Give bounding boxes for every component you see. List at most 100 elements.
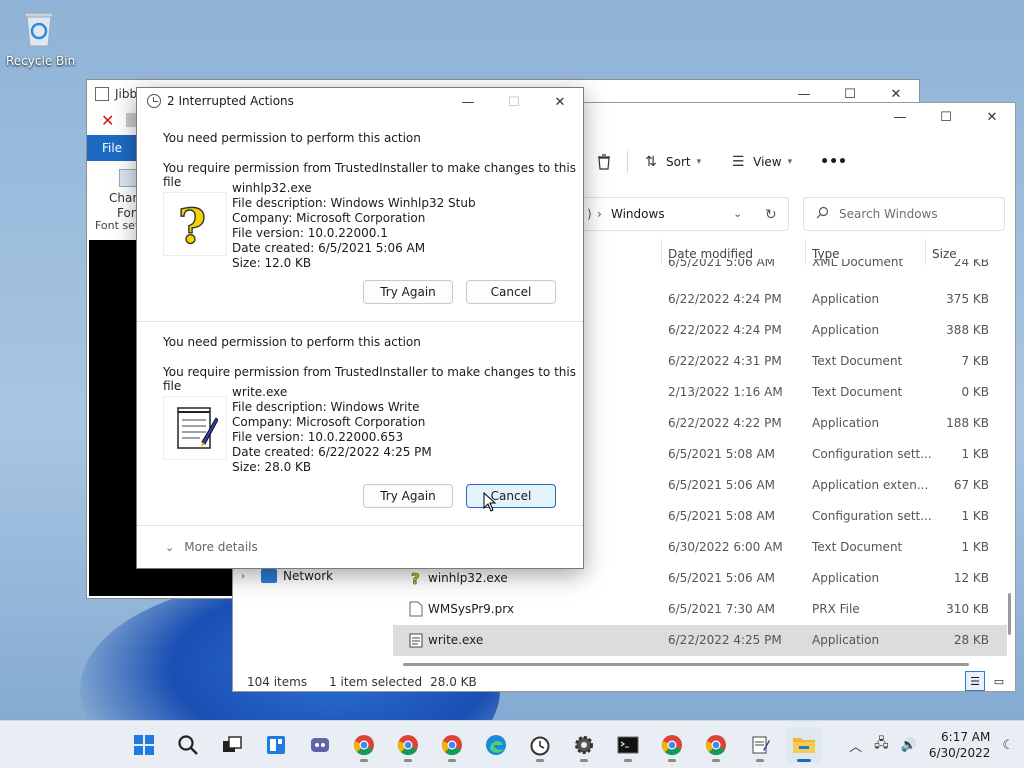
- file-details: winhlp32.exe File description: Windows W…: [232, 181, 476, 271]
- delete-button[interactable]: [581, 147, 627, 177]
- search-box[interactable]: Search Windows: [803, 197, 1005, 231]
- notepad-icon[interactable]: [742, 727, 778, 763]
- recycle-bin-icon: [21, 8, 57, 48]
- change-font-icon[interactable]: [119, 169, 137, 187]
- search-icon[interactable]: [170, 727, 206, 763]
- file-description: File description: Windows Write: [232, 400, 420, 414]
- file-explorer-icon[interactable]: [786, 727, 822, 763]
- item-count: 104 items: [247, 675, 308, 689]
- interrupted-actions-dialog[interactable]: 2 Interrupted Actions — ☐ ✕ You need per…: [136, 87, 584, 569]
- horizontal-scrollbar[interactable]: [403, 663, 969, 666]
- clock-date: 6/30/2022: [928, 746, 991, 760]
- close-button[interactable]: ✕: [537, 88, 583, 116]
- more-options-icon: •••: [820, 154, 848, 170]
- view-label: View: [753, 155, 782, 169]
- address-bar[interactable]: ) › Windows ⌄ ↻: [573, 197, 789, 231]
- chevron-down-icon: ▾: [696, 157, 702, 167]
- details-view-icon[interactable]: ☰: [965, 671, 985, 691]
- recycle-bin-label: Recycle Bin: [6, 54, 76, 68]
- edge-icon[interactable]: [478, 727, 514, 763]
- close-doc-icon[interactable]: ✕: [101, 111, 114, 130]
- maximize-button: ☐: [508, 94, 520, 110]
- more-details-toggle[interactable]: ⌄ More details: [165, 540, 258, 554]
- chevron-right-icon[interactable]: ›: [241, 571, 255, 582]
- terminal-icon[interactable]: [610, 727, 646, 763]
- try-again-button[interactable]: Try Again: [363, 280, 453, 304]
- task-view-icon[interactable]: [214, 727, 250, 763]
- chrome-icon[interactable]: [698, 727, 734, 763]
- widgets-icon[interactable]: [258, 727, 294, 763]
- file-date-created: Date created: 6/22/2022 4:25 PM: [232, 445, 432, 459]
- file-name: write.exe: [232, 385, 288, 399]
- taskbar-apps: [126, 727, 822, 763]
- dialog-title: 2 Interrupted Actions: [167, 94, 294, 108]
- vertical-scrollbar[interactable]: [1008, 593, 1011, 635]
- breadcrumb-separator: ): [587, 207, 592, 221]
- minimize-button[interactable]: —: [877, 103, 923, 131]
- file-date-created: Date created: 6/5/2021 5:06 AM: [232, 241, 426, 255]
- clock-time: 6:17 AM: [941, 730, 991, 744]
- section-divider: [137, 321, 583, 322]
- view-button[interactable]: ☰ View ▾: [715, 147, 806, 177]
- chevron-down-icon[interactable]: ⌄: [733, 207, 742, 220]
- help-file-icon: ?: [163, 192, 227, 256]
- chrome-icon[interactable]: [654, 727, 690, 763]
- sort-label: Sort: [666, 155, 691, 169]
- more-details-label: More details: [184, 540, 258, 554]
- file-name: winhlp32.exe: [232, 181, 312, 195]
- cancel-button[interactable]: Cancel: [466, 280, 556, 304]
- document-icon: [95, 87, 109, 101]
- clock-app-icon[interactable]: [522, 727, 558, 763]
- section-heading: You need permission to perform this acti…: [163, 131, 421, 145]
- close-button[interactable]: ✕: [969, 103, 1015, 131]
- file-version: File version: 10.0.22000.1: [232, 226, 388, 240]
- file-size: Size: 12.0 KB: [232, 256, 312, 270]
- minimize-button[interactable]: —: [445, 88, 491, 116]
- file-version: File version: 10.0.22000.653: [232, 430, 404, 444]
- notepad-icon: [409, 632, 423, 648]
- view-switcher: ☰ ▭: [965, 671, 1009, 691]
- tiles-view-icon[interactable]: ▭: [989, 671, 1009, 691]
- trash-icon: [595, 153, 613, 171]
- breadcrumb-windows[interactable]: Windows: [611, 207, 665, 221]
- file-description: File description: Windows Winhlp32 Stub: [232, 196, 476, 210]
- selection-size: 28.0 KB: [430, 675, 477, 689]
- cancel-button[interactable]: Cancel: [466, 484, 556, 508]
- network-icon: [261, 569, 277, 583]
- taskbar: ︿ 🖧 🔊 6:17 AM 6/30/2022 ☾: [0, 720, 1024, 768]
- search-icon: [816, 206, 829, 222]
- chrome-icon[interactable]: [346, 727, 382, 763]
- table-row-selected[interactable]: write.exe 6/22/2022 4:25 PM Application …: [393, 625, 1007, 656]
- chat-icon[interactable]: [302, 727, 338, 763]
- maximize-button[interactable]: ☐: [923, 103, 969, 131]
- dialog-titlebar[interactable]: 2 Interrupted Actions: [147, 94, 294, 108]
- status-bar: 104 items 1 item selected 28.0 KB: [247, 675, 477, 689]
- section-divider: [137, 525, 583, 526]
- sidebar-item-network[interactable]: › Network: [241, 569, 333, 583]
- more-options-button[interactable]: •••: [806, 147, 861, 177]
- try-again-button[interactable]: Try Again: [363, 484, 453, 508]
- network-status-icon[interactable]: 🖧: [874, 734, 889, 756]
- file-company: Company: Microsoft Corporation: [232, 211, 426, 225]
- chevron-down-icon: ⌄: [165, 540, 175, 554]
- recycle-bin-shortcut[interactable]: Recycle Bin: [6, 8, 76, 68]
- sort-button[interactable]: ⇅ Sort ▾: [628, 147, 715, 177]
- focus-moon-icon[interactable]: ☾: [1002, 738, 1014, 753]
- section-heading: You need permission to perform this acti…: [163, 335, 421, 349]
- taskbar-clock[interactable]: 6:17 AM 6/30/2022: [929, 729, 991, 761]
- refresh-icon[interactable]: ↻: [765, 207, 777, 223]
- chrome-icon[interactable]: [434, 727, 470, 763]
- windows-start-icon[interactable]: [126, 727, 162, 763]
- volume-icon[interactable]: 🔊: [901, 738, 917, 753]
- clock-icon: [147, 94, 161, 108]
- file-name: winhlp32.exe: [428, 571, 508, 585]
- search-placeholder: Search Windows: [839, 207, 938, 221]
- chevron-up-icon[interactable]: ︿: [849, 736, 862, 755]
- sidebar-item-label: Network: [283, 569, 334, 583]
- file-tab[interactable]: File: [87, 135, 137, 161]
- chevron-right-icon: ›: [597, 207, 602, 221]
- settings-icon[interactable]: [566, 727, 602, 763]
- table-row[interactable]: WMSysPr9.prx 6/5/2021 7:30 AM PRX File 3…: [393, 594, 1007, 625]
- file-details: write.exe File description: Windows Writ…: [232, 385, 432, 475]
- chrome-icon[interactable]: [390, 727, 426, 763]
